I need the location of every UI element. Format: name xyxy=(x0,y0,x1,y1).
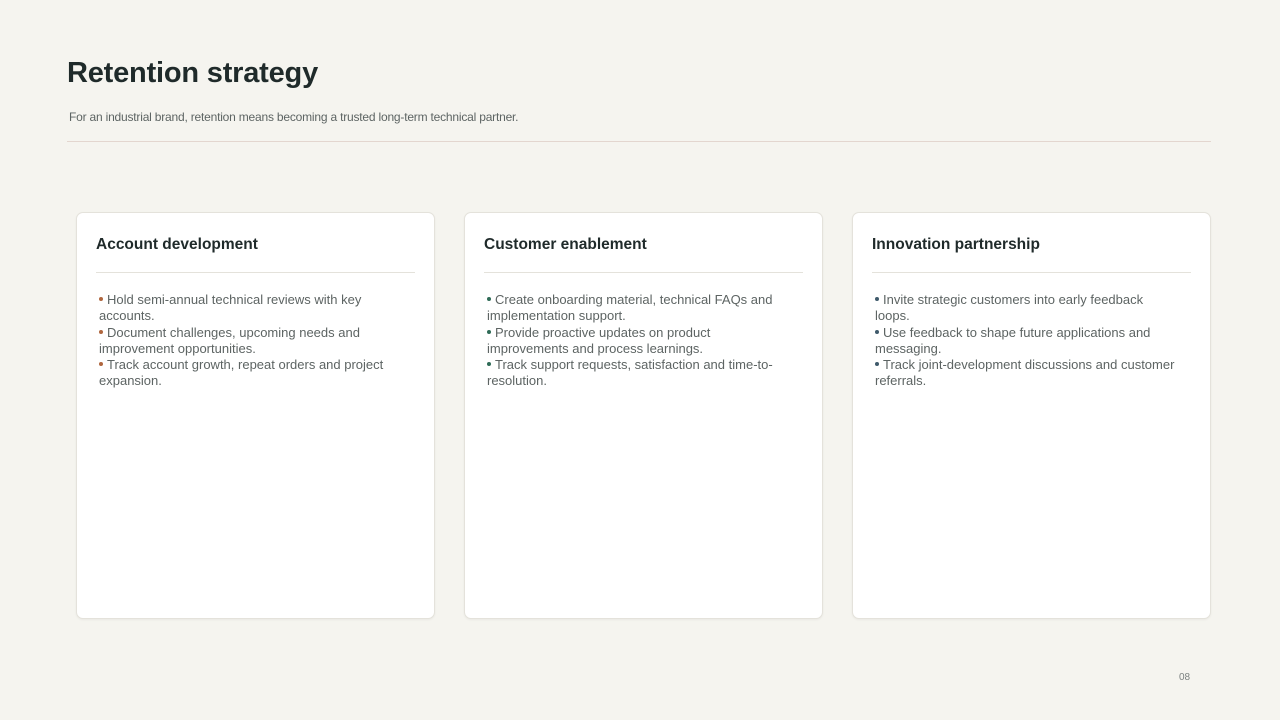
page-number: 08 xyxy=(1179,672,1191,683)
bullet-list: Invite strategic customers into early fe… xyxy=(875,292,1175,390)
bullet-item: Hold semi-annual technical reviews with … xyxy=(99,292,399,325)
bullet-dot-icon xyxy=(487,297,491,301)
bullet-list: Hold semi-annual technical reviews with … xyxy=(99,292,399,390)
bullet-dot-icon xyxy=(487,329,491,334)
bullet-text: Invite strategic customers into early fe… xyxy=(875,292,1144,324)
bullet-item: Track support requests, satisfaction and… xyxy=(487,357,787,390)
card-customer-enablement: Customer enablement Create onboarding ma… xyxy=(464,212,823,619)
card-divider xyxy=(96,272,415,273)
bullet-dot-icon xyxy=(875,297,879,301)
bullet-item: Document challenges, upcoming needs and … xyxy=(99,325,399,358)
slide-title: Retention strategy xyxy=(67,57,318,89)
card-title: Account development xyxy=(96,236,258,253)
card-title: Customer enablement xyxy=(484,236,647,253)
slide-subtitle: For an industrial brand, retention means… xyxy=(69,110,519,124)
bullet-item: Provide proactive updates on product imp… xyxy=(487,325,787,358)
bullet-dot-icon xyxy=(99,329,103,334)
bullet-text: Track joint-development discussions and … xyxy=(875,357,1175,389)
card-account-development: Account development Hold semi-annual tec… xyxy=(76,212,435,619)
bullet-item: Create onboarding material, technical FA… xyxy=(487,292,787,325)
bullet-dot-icon xyxy=(99,362,103,367)
bullet-dot-icon xyxy=(875,329,879,334)
bullet-item: Invite strategic customers into early fe… xyxy=(875,292,1175,325)
bullet-dot-icon xyxy=(875,362,879,367)
bullet-text: Track support requests, satisfaction and… xyxy=(487,357,773,389)
card-innovation-partnership: Innovation partnership Invite strategic … xyxy=(852,212,1211,619)
card-divider xyxy=(484,272,803,273)
bullet-item: Track account growth, repeat orders and … xyxy=(99,357,399,390)
bullet-text: Provide proactive updates on product imp… xyxy=(487,324,711,356)
bullet-item: Track joint-development discussions and … xyxy=(875,357,1175,390)
card-divider xyxy=(872,272,1191,273)
bullet-text: Use feedback to shape future application… xyxy=(875,324,1151,356)
bullet-list: Create onboarding material, technical FA… xyxy=(487,292,787,390)
bullet-text: Create onboarding material, technical FA… xyxy=(487,292,773,324)
header-divider xyxy=(67,141,1211,142)
bullet-dot-icon xyxy=(99,297,103,301)
bullet-item: Use feedback to shape future application… xyxy=(875,325,1175,358)
bullet-dot-icon xyxy=(487,362,491,367)
bullet-text: Track account growth, repeat orders and … xyxy=(99,357,384,389)
bullet-text: Document challenges, upcoming needs and … xyxy=(99,324,360,356)
bullet-text: Hold semi-annual technical reviews with … xyxy=(99,292,362,324)
card-title: Innovation partnership xyxy=(872,236,1040,253)
